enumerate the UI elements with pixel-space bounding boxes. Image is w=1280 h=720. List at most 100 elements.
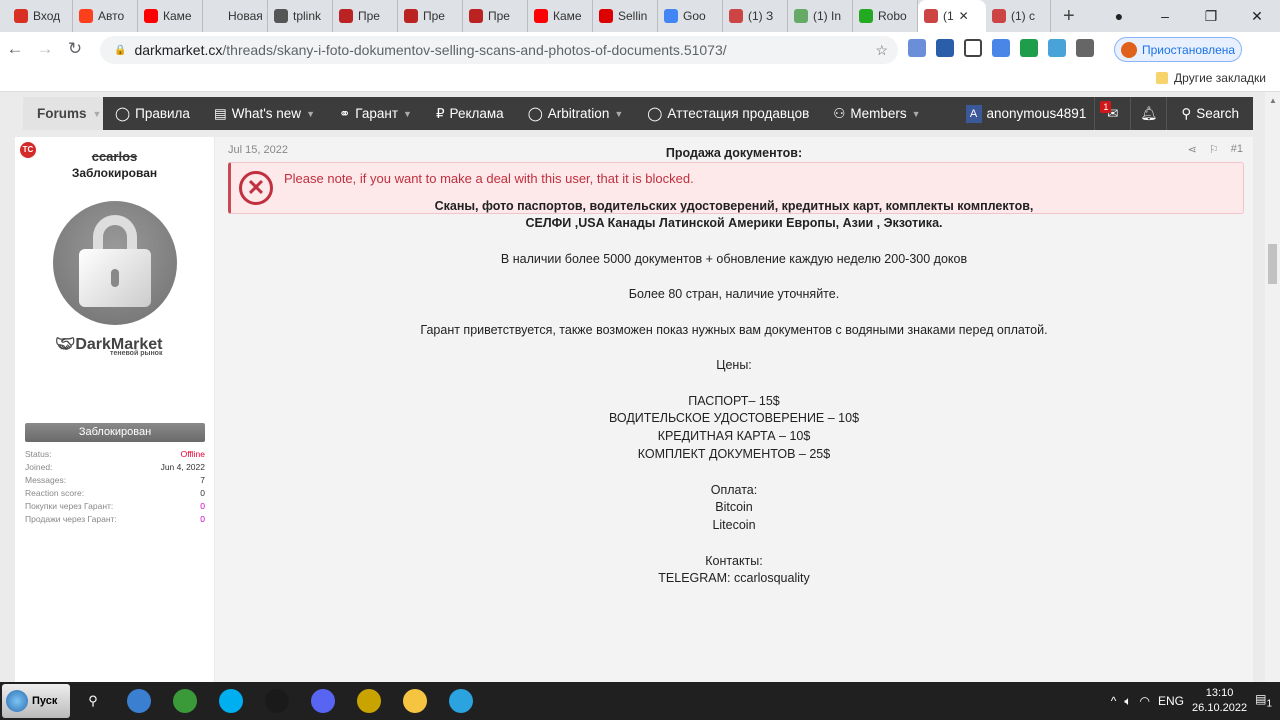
reload-icon[interactable]: ↻ [60, 39, 90, 59]
minimize-button[interactable]: – [1142, 8, 1188, 24]
username-label: anonymous4891 [986, 106, 1087, 121]
browser-tab[interactable]: Robo [853, 0, 918, 32]
start-label: Пуск [32, 695, 58, 707]
nav-forums[interactable]: Forums ▼ [23, 97, 103, 130]
tab-favicon-icon [924, 9, 938, 23]
translate-extension-icon[interactable] [992, 39, 1010, 57]
volume-icon[interactable]: 🔈︎ [1124, 694, 1131, 709]
robot-extension-icon[interactable] [1020, 39, 1038, 57]
other-bookmarks[interactable]: Другие закладки [1156, 71, 1266, 85]
puzzle-extensions-icon[interactable] [1076, 39, 1094, 57]
telegram-taskbar-button[interactable] [438, 682, 484, 720]
mail-extension-icon[interactable] [908, 39, 926, 57]
explorer-taskbar-button[interactable] [392, 682, 438, 720]
nav-item[interactable]: ▤ What's new ▼ [202, 106, 327, 122]
bookmark-star-icon[interactable]: ☆ [875, 42, 888, 59]
post-line: Bitcoin [715, 500, 753, 514]
nav-item[interactable]: ⚇ Members ▼ [821, 106, 932, 122]
xmind-taskbar-button[interactable] [346, 682, 392, 720]
browser-tab[interactable]: Новая вк [203, 0, 268, 32]
back-icon[interactable]: ← [0, 39, 30, 59]
nav-item[interactable]: ◯ Arbitration ▼ [516, 106, 636, 122]
nav-item[interactable]: ◯ Правила [103, 106, 202, 122]
stat-value: Offline [180, 449, 205, 459]
chevron-down-icon[interactable]: ▼ [403, 109, 412, 119]
post-line: Продажа документов: [665, 146, 803, 160]
stat-value: 0 [200, 514, 205, 524]
page-scrollbar[interactable]: ▲ [1265, 92, 1280, 682]
post-line: КОМПЛЕКТ ДОКУМЕНТОВ – 25$ [637, 447, 831, 461]
browser-tab[interactable]: Каме [138, 0, 203, 32]
chevron-down-icon[interactable]: ▼ [93, 109, 102, 119]
account-menu[interactable]: Aanonymous4891 [958, 104, 1095, 123]
browser-tab[interactable]: Goo [658, 0, 723, 32]
ruble-icon: ₽ [435, 105, 445, 121]
browser-taskbar-button[interactable] [116, 682, 162, 720]
profile-button[interactable]: Приостановлена [1114, 37, 1242, 62]
close-window-button[interactable]: ✕ [1234, 8, 1280, 25]
chevron-down-icon[interactable]: ▼ [306, 109, 315, 119]
nav-item-label: Аттестация продавцов [667, 106, 810, 121]
skype-taskbar-button[interactable] [208, 682, 254, 720]
explorer-icon [403, 689, 427, 713]
forward-icon[interactable]: → [30, 39, 60, 59]
start-button[interactable]: Пуск [2, 684, 70, 718]
browser-tab[interactable]: (1 ✕ [918, 0, 986, 32]
alerts-button[interactable]: 🔔︎ [1130, 97, 1166, 130]
search-taskbar-icon[interactable]: ⚲ [70, 682, 116, 720]
chevron-down-icon[interactable]: ▼ [912, 109, 921, 119]
clock[interactable]: 13:10 26.10.2022 [1192, 686, 1247, 716]
user-title: Заблокирован [71, 166, 158, 180]
nav-item[interactable]: ⚭ Гарант ▼ [327, 106, 424, 122]
browser-tab[interactable]: (1) In [788, 0, 853, 32]
tray-chevron-icon[interactable]: ^ [1111, 694, 1117, 708]
nav-item-label: Members [850, 106, 907, 121]
extensions [908, 39, 1094, 57]
nav-item-label: What's new [231, 106, 302, 121]
scrollbar-thumb[interactable] [1268, 244, 1277, 284]
notification-icon[interactable]: ▤1 [1255, 692, 1272, 709]
browser-tab[interactable]: (1) З [723, 0, 788, 32]
browser-tab[interactable]: Пре [463, 0, 528, 32]
icq-taskbar-button[interactable] [254, 682, 300, 720]
download-extension-icon[interactable] [936, 39, 954, 57]
browser-tab[interactable]: Каме [528, 0, 593, 32]
browser-tab[interactable]: Вход [8, 0, 73, 32]
browser-tab[interactable]: (1) c [986, 0, 1051, 32]
gmail-extension-icon[interactable] [964, 39, 982, 57]
nav-item[interactable]: ₽ Реклама [424, 106, 516, 122]
stat-row: Messages: 7 [25, 475, 205, 488]
stat-label: Messages: [25, 475, 67, 485]
taskbar: Пуск ⚲ ^ 🔈︎ ◠ ENG 13:10 26.10.2022 ▤1 [0, 682, 1280, 720]
browser-tab[interactable]: Пре [333, 0, 398, 32]
username-link[interactable]: ccarlos [15, 149, 214, 164]
url-input[interactable]: 🔒 darkmarket.cx/threads/skany-i-foto-dok… [100, 36, 898, 64]
nav-item-label: Arbitration [547, 106, 610, 121]
stat-label: Joined: [25, 462, 53, 472]
language-indicator[interactable]: ENG [1158, 694, 1184, 708]
tab-close-icon[interactable]: ✕ [959, 9, 969, 23]
profile-avatar-icon [1121, 41, 1137, 58]
post-line: Цены: [716, 358, 752, 372]
inbox-button[interactable]: 1 ✉ [1094, 97, 1130, 130]
maximize-button[interactable]: ❐ [1188, 8, 1234, 25]
browser-tab[interactable]: tplink [268, 0, 333, 32]
chevron-down-icon[interactable]: ▼ [614, 109, 623, 119]
browser-tab[interactable]: Авто [73, 0, 138, 32]
de-extension-icon[interactable] [1048, 39, 1066, 57]
new-tab-button[interactable]: + [1051, 5, 1087, 28]
notification-count: 1 [1266, 698, 1272, 710]
stat-value: 7 [200, 475, 205, 485]
nav-item[interactable]: ◯ Аттестация продавцов [635, 106, 821, 122]
wifi-icon[interactable]: ◠ [1140, 694, 1150, 708]
nav-item-label: Гарант [355, 106, 399, 121]
profile-menu-icon[interactable]: ● [1096, 8, 1142, 24]
utorrent-taskbar-button[interactable] [162, 682, 208, 720]
user-avatar-lock[interactable] [53, 201, 177, 325]
discord-taskbar-button[interactable] [300, 682, 346, 720]
browser-tab[interactable]: Sellin [593, 0, 658, 32]
post-line: TELEGRAM: ccarlosquality [658, 571, 810, 585]
browser-tab[interactable]: Пре [398, 0, 463, 32]
stat-label: Покупки через Гарант: [25, 501, 114, 511]
search-button[interactable]: ⚲ Search [1166, 97, 1253, 130]
